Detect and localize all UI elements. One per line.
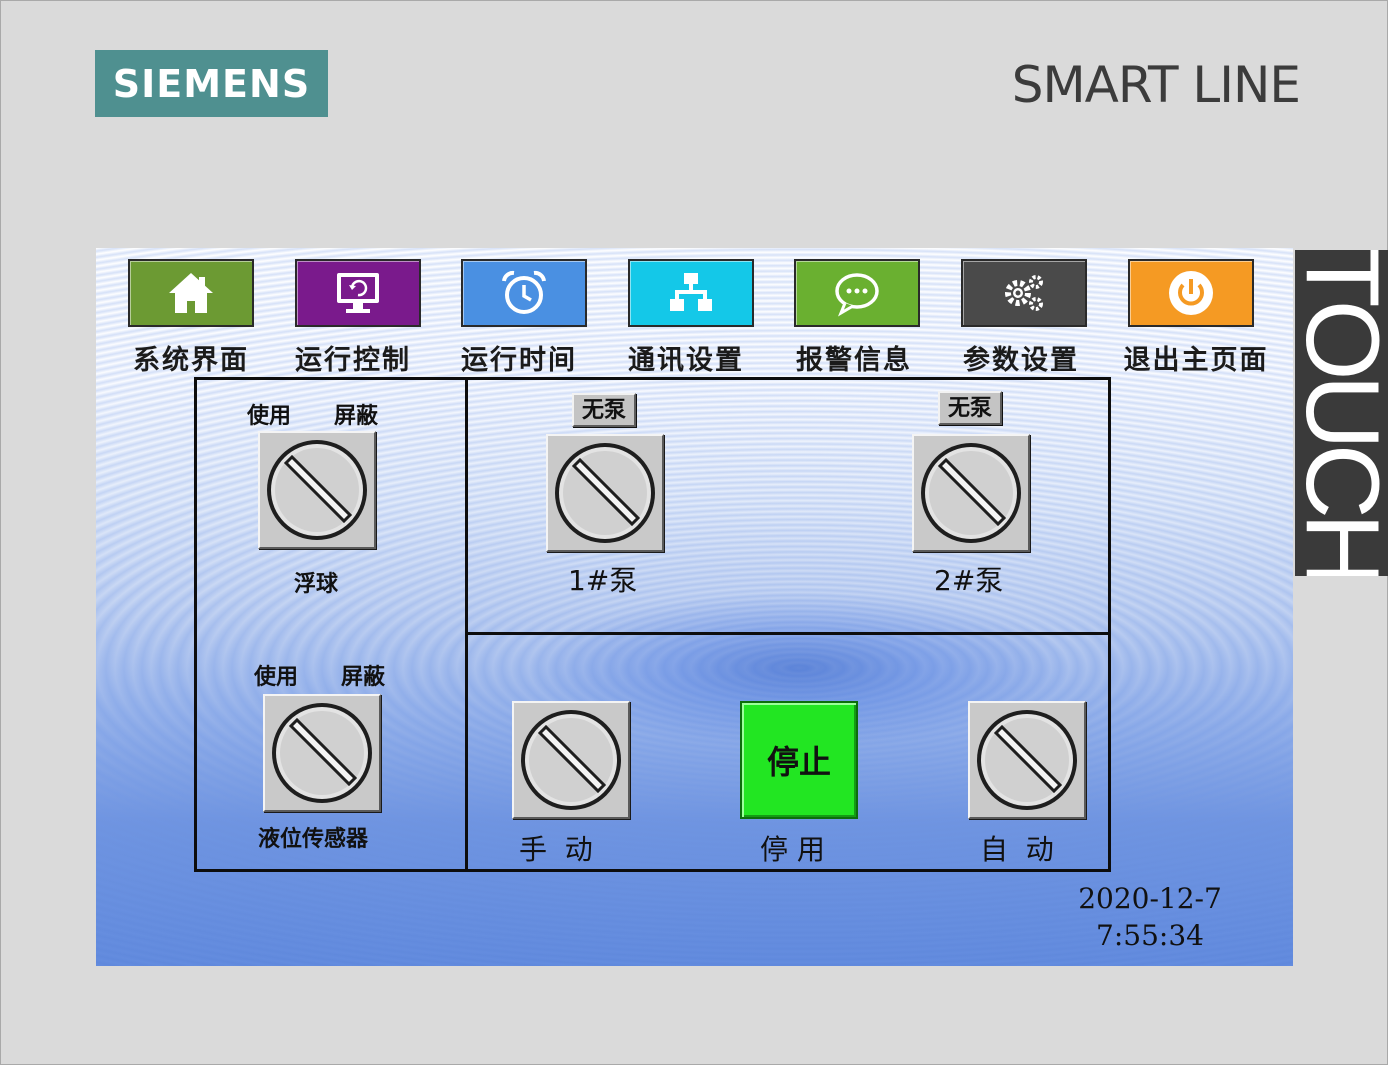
power-icon (1169, 271, 1213, 315)
nav-button-run-time[interactable] (461, 259, 587, 327)
selector-knob-icon (977, 710, 1077, 810)
nav-label-comm-settings: 通讯设置 (628, 345, 744, 376)
product-line-title: SMART LINE (1011, 56, 1301, 114)
nav-label-system: 系统界面 (133, 345, 249, 376)
chat-bubble-icon (835, 273, 879, 317)
network-icon (670, 273, 712, 311)
nav-button-alarm-info[interactable] (794, 259, 920, 327)
nav-label-run-time: 运行时间 (461, 345, 577, 376)
siemens-logo: SIEMENS (95, 50, 328, 117)
monitor-refresh-icon (337, 273, 379, 313)
stop-label: 停 用 (760, 833, 825, 866)
selector-knob-icon (272, 703, 372, 803)
manual-selector-switch[interactable] (512, 701, 630, 819)
stop-button[interactable]: 停止 (740, 701, 858, 819)
manual-label: 手 动 (519, 833, 593, 866)
level-sensor-selector-switch[interactable] (263, 694, 381, 812)
pump2-name: 2#泵 (934, 564, 1004, 597)
pump1-status-tag: 无泵 (572, 393, 636, 427)
float-use-label: 使用 (247, 403, 292, 429)
home-icon (169, 273, 213, 313)
nav-button-param-settings[interactable] (961, 259, 1087, 327)
nav-label-param-settings: 参数设置 (963, 345, 1079, 376)
selector-knob-icon (267, 440, 367, 540)
nav-button-run-control[interactable] (295, 259, 421, 327)
auto-label: 自 动 (980, 833, 1054, 866)
gears-icon (1005, 275, 1043, 311)
touch-strip: TOUCH (1295, 250, 1388, 576)
selector-knob-icon (921, 443, 1021, 543)
nav-label-alarm-info: 报警信息 (796, 345, 912, 376)
nav-button-comm-settings[interactable] (628, 259, 754, 327)
float-selector-switch[interactable] (258, 431, 376, 549)
date-display: 2020-12-7 (1078, 882, 1222, 915)
nav-label-exit-main: 退出主页面 (1123, 345, 1269, 376)
nav-button-system[interactable] (128, 259, 254, 327)
nav-label-run-control: 运行控制 (295, 345, 411, 376)
pump2-selector-switch[interactable] (912, 434, 1030, 552)
sensor-mask-label: 屏蔽 (341, 664, 386, 690)
level-sensor-name: 液位传感器 (258, 826, 369, 852)
pump1-selector-switch[interactable] (546, 434, 664, 552)
touch-label: TOUCH (1295, 250, 1388, 576)
auto-selector-switch[interactable] (968, 701, 1086, 819)
hmi-screen: 系统界面 运行控制 运行时间 通讯设置 报警信息 参数设置 退出主页面 使用 屏… (96, 248, 1293, 966)
selector-knob-icon (521, 710, 621, 810)
pump1-name: 1#泵 (568, 564, 638, 597)
selector-knob-icon (555, 443, 655, 543)
float-mask-label: 屏蔽 (334, 403, 379, 429)
sensor-use-label: 使用 (254, 664, 299, 690)
time-display: 7:55:34 (1096, 919, 1204, 952)
float-name: 浮球 (294, 571, 339, 597)
nav-button-exit-main[interactable] (1128, 259, 1254, 327)
alarm-clock-icon (502, 270, 546, 314)
pump2-status-tag: 无泵 (938, 391, 1002, 425)
